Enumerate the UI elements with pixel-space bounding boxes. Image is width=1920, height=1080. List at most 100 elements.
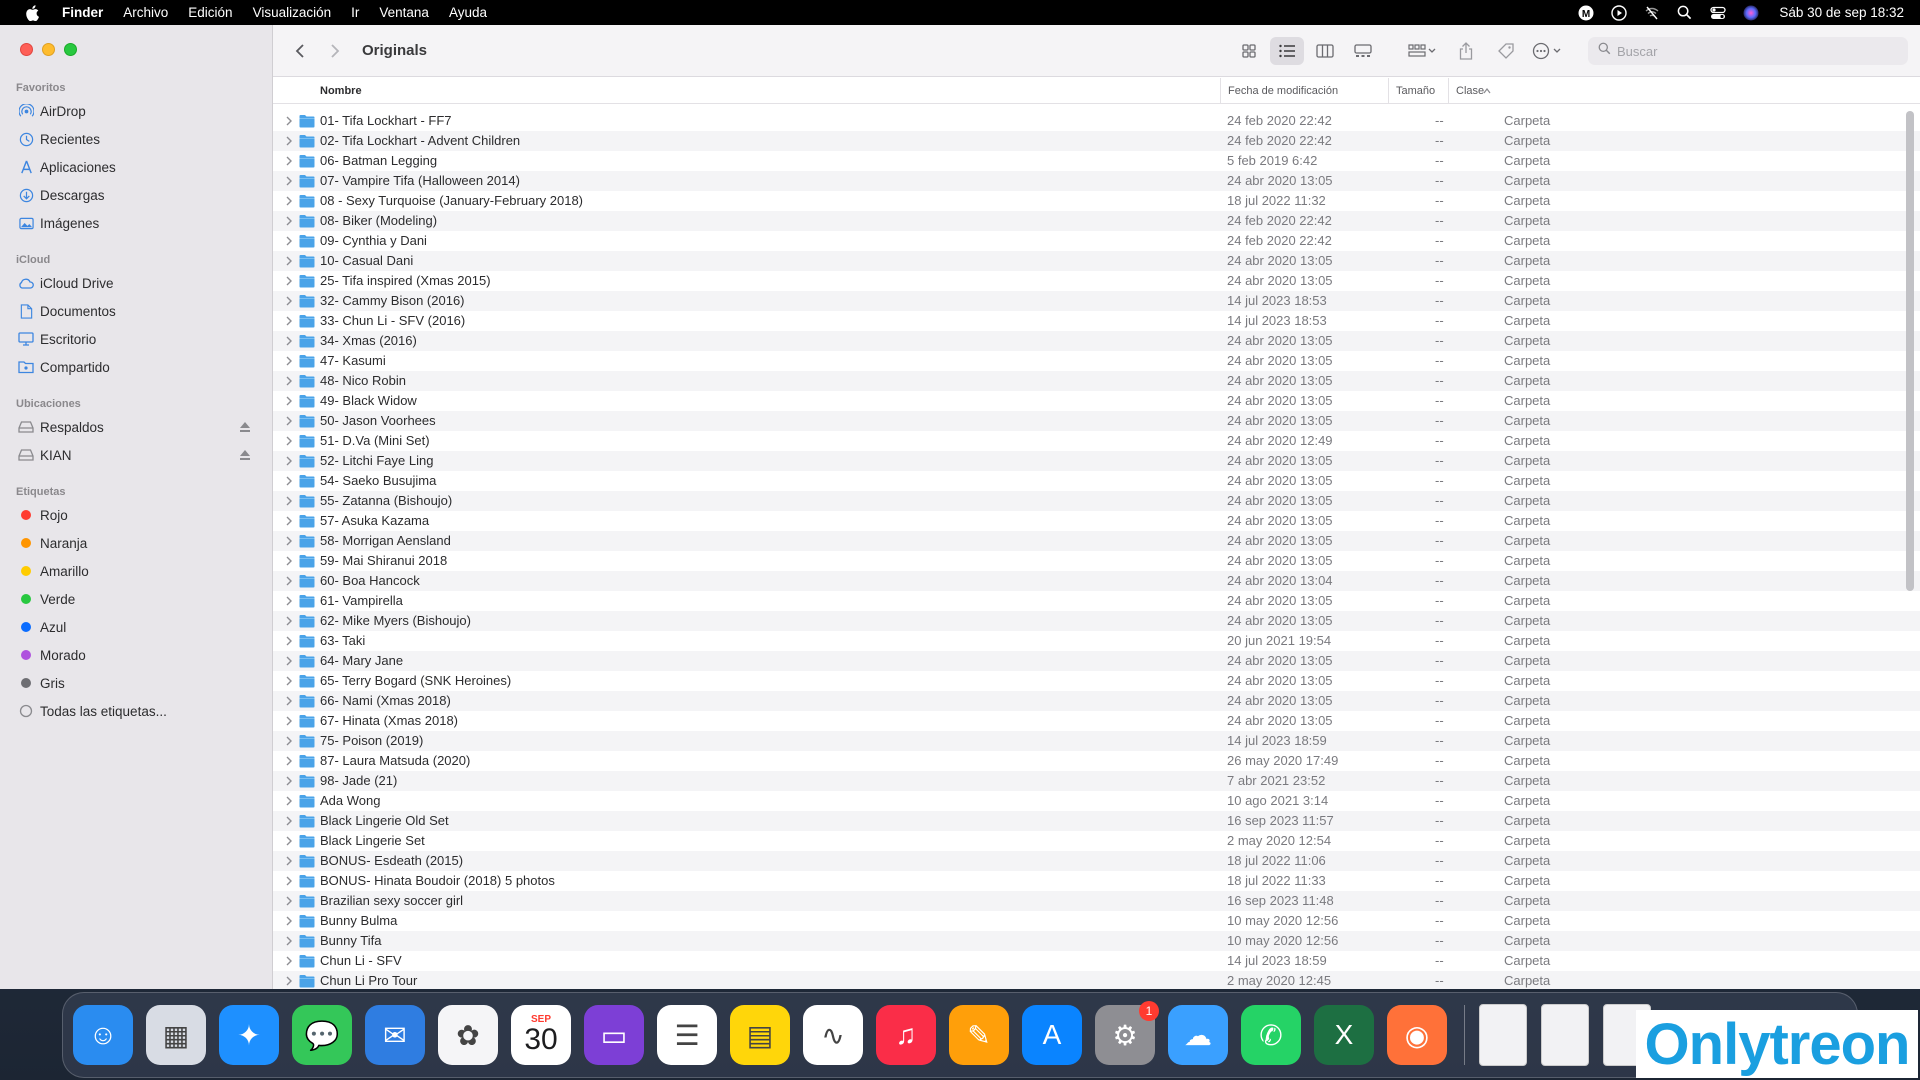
table-row[interactable]: 08- Biker (Modeling) 24 feb 2020 22:42 -- C… <box>273 211 1920 231</box>
column-header-name[interactable]: Nombre <box>320 78 362 104</box>
siri-icon[interactable] <box>1742 4 1759 21</box>
control-center-icon[interactable] <box>1709 4 1726 21</box>
table-row[interactable]: Bunny Bulma 10 may 2020 12:56 -- Carpeta <box>273 911 1920 931</box>
search-input[interactable] <box>1617 43 1897 59</box>
more-actions-button[interactable] <box>1526 37 1570 65</box>
table-row[interactable]: 51- D.Va (Mini Set) 24 abr 2020 12:49 -- Ca… <box>273 431 1920 451</box>
disclosure-chevron-icon[interactable] <box>285 635 295 647</box>
table-row[interactable]: Chun Li - SFV 14 jul 2023 18:59 -- Carpeta <box>273 951 1920 971</box>
notes-icon[interactable]: ▤ <box>730 1005 790 1065</box>
table-row[interactable]: 65- Terry Bogard (SNK Heroines) 24 abr 20… <box>273 671 1920 691</box>
finder-icon[interactable]: ☺ <box>73 1005 133 1065</box>
table-row[interactable]: Chun Li Pro Tour 2 may 2020 12:45 -- Carpet… <box>273 971 1920 989</box>
sidebar-item-respaldos[interactable]: Respaldos <box>0 413 273 441</box>
m-icon[interactable]: M <box>1577 4 1594 21</box>
dock-recent-file[interactable] <box>1479 1004 1527 1066</box>
table-row[interactable]: 54- Saeko Busujima 24 abr 2020 13:05 -- Car… <box>273 471 1920 491</box>
eject-icon[interactable] <box>239 421 251 433</box>
table-row[interactable]: 63- Taki 20 jun 2021 19:54 -- Carpeta <box>273 631 1920 651</box>
table-row[interactable]: 67- Hinata (Xmas 2018) 24 abr 2020 13:05 -… <box>273 711 1920 731</box>
table-row[interactable]: 62- Mike Myers (Bishoujo) 24 abr 2020 13:… <box>273 611 1920 631</box>
menu-app-name[interactable]: Finder <box>52 0 113 25</box>
menu-clock[interactable]: Sáb 30 de sep 18:32 <box>1779 5 1904 20</box>
sidebar-item-aplicaciones[interactable]: Aplicaciones <box>0 153 273 181</box>
sidebar-item-all-tags[interactable]: Todas las etiquetas... <box>0 697 273 725</box>
tag-button[interactable] <box>1486 37 1526 65</box>
disclosure-chevron-icon[interactable] <box>285 815 295 827</box>
firefox-icon[interactable]: ◉ <box>1387 1005 1447 1065</box>
photos-icon[interactable]: ✿ <box>438 1005 498 1065</box>
table-row[interactable]: 09- Cynthia y Dani 24 feb 2020 22:42 -- Car… <box>273 231 1920 251</box>
pages-icon[interactable]: ✎ <box>949 1005 1009 1065</box>
table-row[interactable]: 25- Tifa inspired (Xmas 2015) 24 abr 2020… <box>273 271 1920 291</box>
disclosure-chevron-icon[interactable] <box>285 435 295 447</box>
disclosure-chevron-icon[interactable] <box>285 475 295 487</box>
table-row[interactable]: 52- Litchi Faye Ling 24 abr 2020 13:05 -- C… <box>273 451 1920 471</box>
disclosure-chevron-icon[interactable] <box>285 935 295 947</box>
sidebar-item-tag-verde[interactable]: Verde <box>0 585 273 613</box>
icon-view-button[interactable] <box>1232 37 1266 65</box>
sidebar-item-tag-naranja[interactable]: Naranja <box>0 529 273 557</box>
apple-menu-icon[interactable] <box>18 4 46 21</box>
column-view-button[interactable] <box>1308 37 1342 65</box>
disclosure-chevron-icon[interactable] <box>285 275 295 287</box>
disclosure-chevron-icon[interactable] <box>285 555 295 567</box>
table-row[interactable]: Black Lingerie Set 2 may 2020 12:54 -- Carp… <box>273 831 1920 851</box>
disclosure-chevron-icon[interactable] <box>285 175 295 187</box>
disclosure-chevron-icon[interactable] <box>285 595 295 607</box>
safari-icon[interactable]: ✦ <box>219 1005 279 1065</box>
disclosure-chevron-icon[interactable] <box>285 755 295 767</box>
disclosure-chevron-icon[interactable] <box>285 895 295 907</box>
disclosure-chevron-icon[interactable] <box>285 195 295 207</box>
table-row[interactable]: 10- Casual Dani 24 abr 2020 13:05 -- Carpet… <box>273 251 1920 271</box>
sidebar-item-descargas[interactable]: Descargas <box>0 181 273 209</box>
zoom-button[interactable] <box>64 43 77 56</box>
podcast-app-icon[interactable]: ▭ <box>584 1005 644 1065</box>
disclosure-chevron-icon[interactable] <box>285 855 295 867</box>
app-store-icon[interactable]: A <box>1022 1005 1082 1065</box>
table-row[interactable]: 87- Laura Matsuda (2020) 26 may 2020 17:4… <box>273 751 1920 771</box>
sidebar-item-airdrop[interactable]: AirDrop <box>0 97 273 125</box>
disclosure-chevron-icon[interactable] <box>285 775 295 787</box>
table-row[interactable]: 49- Black Widow 24 abr 2020 13:05 -- Carpet… <box>273 391 1920 411</box>
cloud-app-icon[interactable]: ☁ <box>1168 1005 1228 1065</box>
sidebar-item-recientes[interactable]: Recientes <box>0 125 273 153</box>
sidebar-item-tag-morado[interactable]: Morado <box>0 641 273 669</box>
table-row[interactable]: 01- Tifa Lockhart - FF7 24 feb 2020 22:42… <box>273 111 1920 131</box>
disclosure-chevron-icon[interactable] <box>285 375 295 387</box>
table-row[interactable]: Bunny Tifa 10 may 2020 12:56 -- Carpeta <box>273 931 1920 951</box>
music-icon[interactable]: ♫ <box>876 1005 936 1065</box>
menu-ayuda[interactable]: Ayuda <box>439 0 497 25</box>
disclosure-chevron-icon[interactable] <box>285 155 295 167</box>
disclosure-chevron-icon[interactable] <box>285 415 295 427</box>
table-row[interactable]: 50- Jason Voorhees 24 abr 2020 13:05 -- Car… <box>273 411 1920 431</box>
table-row[interactable]: 02- Tifa Lockhart - Advent Children 24 fe… <box>273 131 1920 151</box>
mail-icon[interactable]: ✉ <box>365 1005 425 1065</box>
sidebar-item-tag-gris[interactable]: Gris <box>0 669 273 697</box>
column-header-kind[interactable]: Clase <box>1448 78 1484 104</box>
menu-ir[interactable]: Ir <box>341 0 369 25</box>
table-row[interactable]: 64- Mary Jane 24 abr 2020 13:05 -- Carpeta <box>273 651 1920 671</box>
wifi-off-icon[interactable] <box>1643 4 1660 21</box>
table-row[interactable]: Brazilian sexy soccer girl 16 sep 2023 11… <box>273 891 1920 911</box>
group-menu-button[interactable] <box>1402 37 1442 65</box>
disclosure-chevron-icon[interactable] <box>285 915 295 927</box>
disclosure-chevron-icon[interactable] <box>285 535 295 547</box>
disclosure-chevron-icon[interactable] <box>285 655 295 667</box>
table-row[interactable]: 32- Cammy Bison (2016) 14 jul 2023 18:53 -… <box>273 291 1920 311</box>
disclosure-chevron-icon[interactable] <box>285 835 295 847</box>
disclosure-chevron-icon[interactable] <box>285 975 295 987</box>
disclosure-chevron-icon[interactable] <box>285 395 295 407</box>
sidebar-item-icloud-drive[interactable]: iCloud Drive <box>0 269 273 297</box>
sidebar-item-escritorio[interactable]: Escritorio <box>0 325 273 353</box>
sidebar-item-tag-azul[interactable]: Azul <box>0 613 273 641</box>
disclosure-chevron-icon[interactable] <box>285 135 295 147</box>
table-row[interactable]: BONUS- Hinata Boudoir (2018) 5 photos 18 … <box>273 871 1920 891</box>
table-row[interactable]: 33- Chun Li - SFV (2016) 14 jul 2023 18:5… <box>273 311 1920 331</box>
sidebar-item-compartido[interactable]: Compartido <box>0 353 273 381</box>
list-view-button[interactable] <box>1270 37 1304 65</box>
table-row[interactable]: 06- Batman Legging 5 feb 2019 6:42 -- Carpe… <box>273 151 1920 171</box>
table-row[interactable]: 98- Jade (21) 7 abr 2021 23:52 -- Carpeta <box>273 771 1920 791</box>
gallery-view-button[interactable] <box>1346 37 1380 65</box>
table-row[interactable]: Ada Wong 10 ago 2021 3:14 -- Carpeta <box>273 791 1920 811</box>
